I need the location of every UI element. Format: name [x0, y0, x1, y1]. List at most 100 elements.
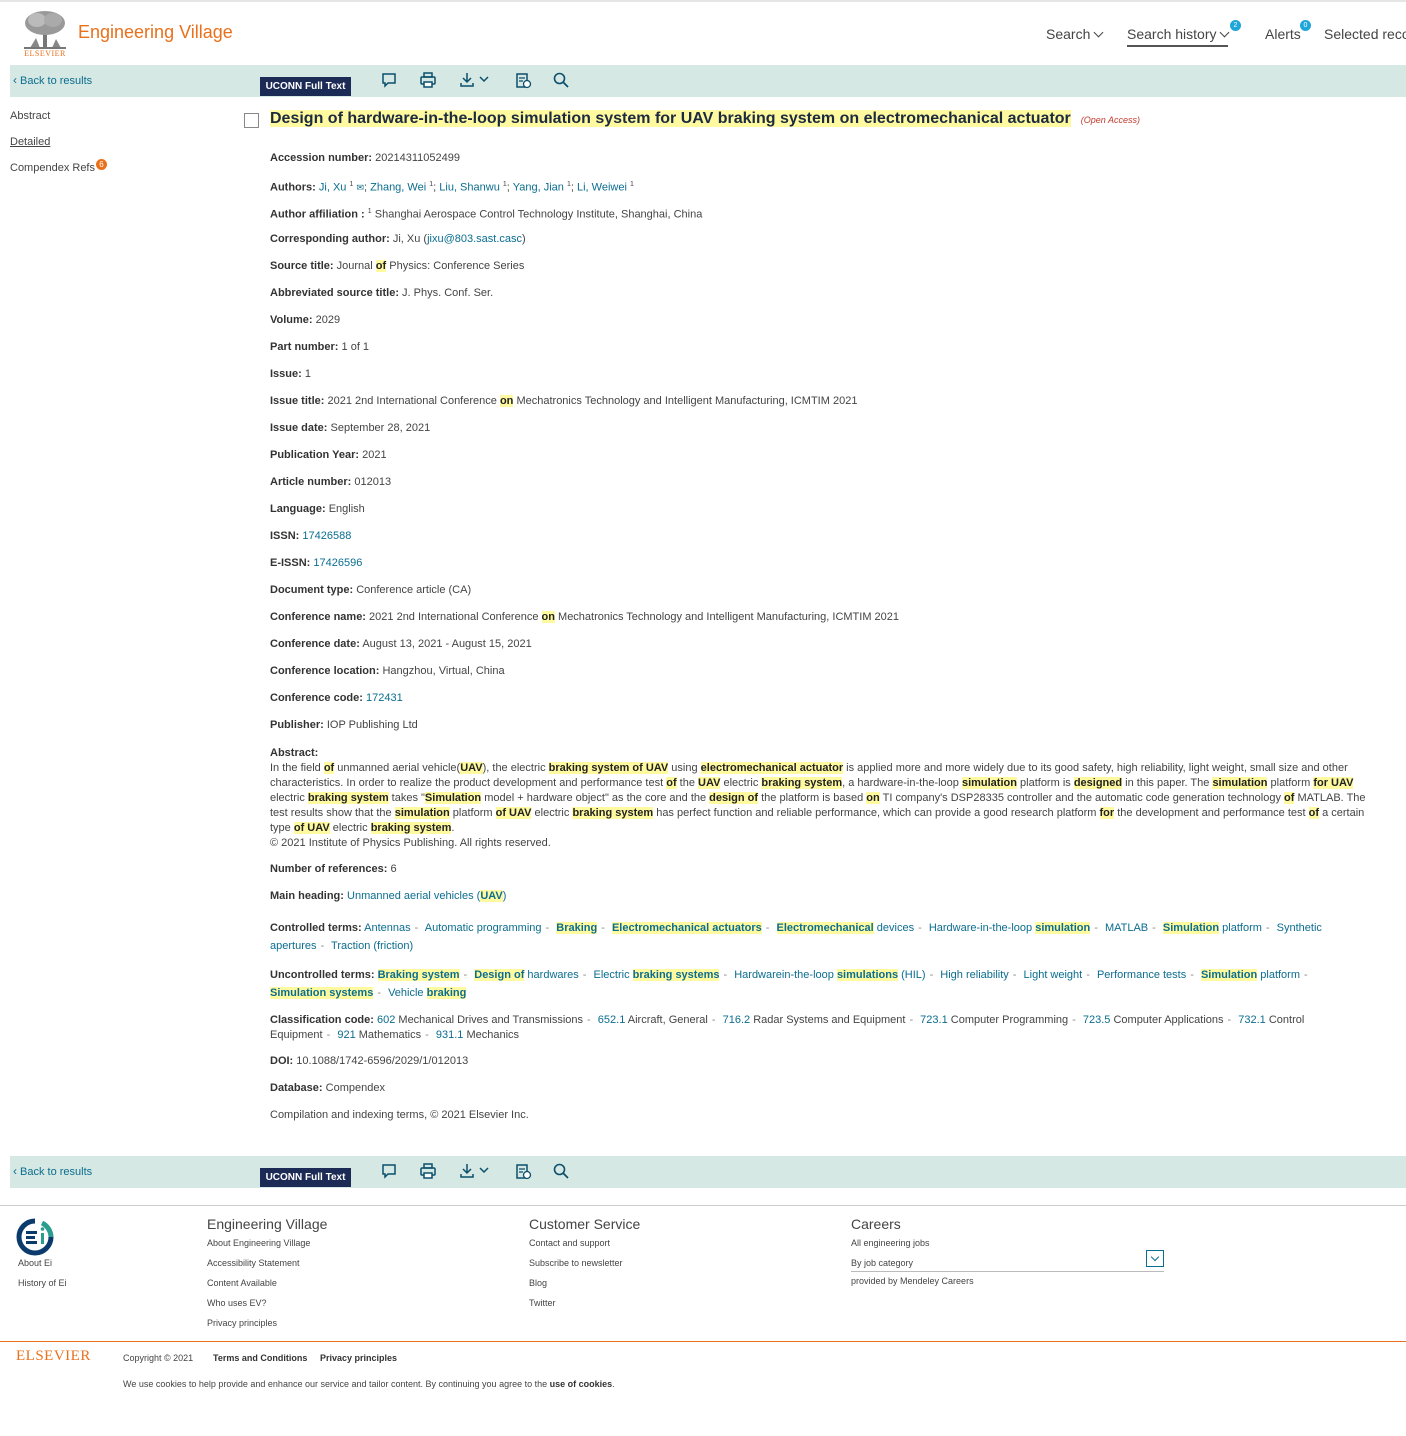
- footer-link[interactable]: Privacy principles: [207, 1318, 327, 1328]
- database-value: Compendex: [325, 1082, 385, 1094]
- field-label: ISSN:: [270, 530, 300, 542]
- search-icon[interactable]: [552, 1162, 570, 1180]
- all-jobs-link[interactable]: All engineering jobs: [851, 1238, 1164, 1248]
- search-icon[interactable]: [552, 71, 570, 89]
- brand-title[interactable]: Engineering Village: [78, 22, 233, 43]
- uconn-full-text-button[interactable]: UCONN Full Text: [260, 1168, 351, 1187]
- privacy-link[interactable]: Privacy principles: [320, 1353, 397, 1363]
- conference-code-row: Conference code: 172431: [270, 692, 1370, 719]
- author-link[interactable]: Li, Weiwei: [577, 182, 627, 194]
- download-icon[interactable]: [459, 71, 493, 89]
- email-icon[interactable]: ✉: [356, 183, 364, 193]
- term-link[interactable]: Antennas: [364, 922, 410, 934]
- class-code-link[interactable]: 931.1: [436, 1029, 464, 1041]
- download-icon[interactable]: [459, 1162, 493, 1180]
- field-label: Uncontrolled terms:: [270, 969, 375, 981]
- field-label: Language:: [270, 503, 326, 515]
- term-link[interactable]: Automatic programming: [425, 922, 542, 934]
- eissn-link[interactable]: 17426596: [313, 557, 362, 569]
- term-link[interactable]: Traction (friction): [331, 940, 413, 952]
- term-link[interactable]: Vehicle braking: [388, 987, 467, 999]
- term-link[interactable]: Braking: [556, 922, 598, 934]
- highlight: on: [499, 395, 514, 407]
- back-to-results-link[interactable]: ‹ Back to results: [13, 73, 92, 87]
- author-link[interactable]: Yang, Jian: [513, 182, 564, 194]
- terms-link[interactable]: Terms and Conditions: [213, 1353, 307, 1363]
- citation-export-icon[interactable]: [514, 71, 532, 89]
- issue-value: 1: [304, 368, 311, 380]
- back-label: Back to results: [20, 1166, 93, 1178]
- main-heading-link[interactable]: Unmanned aerial vehicles (UAV): [347, 890, 506, 902]
- field-label: Accession number:: [270, 152, 373, 164]
- corresponding-email-link[interactable]: jixu@803.sast.casc: [427, 233, 522, 245]
- citation-export-icon[interactable]: [514, 1162, 532, 1180]
- back-to-results-link[interactable]: ‹ Back to results: [13, 1164, 92, 1178]
- ei-logo-icon[interactable]: [16, 1218, 54, 1256]
- select-record-checkbox[interactable]: [244, 113, 259, 128]
- corresponding-row: Corresponding author: Ji, Xu (jixu@803.s…: [270, 233, 1370, 260]
- nav-alerts[interactable]: Alerts: [1265, 26, 1301, 42]
- class-code-link[interactable]: 921: [337, 1029, 355, 1041]
- about-ei-link[interactable]: About Ei: [18, 1258, 67, 1268]
- print-icon[interactable]: [419, 71, 437, 89]
- nav-compendex-refs[interactable]: Compendex Refs 6: [10, 159, 107, 174]
- term-link[interactable]: MATLAB: [1105, 922, 1148, 934]
- elsevier-tree-logo-icon[interactable]: [22, 8, 68, 50]
- footer-link[interactable]: Contact and support: [529, 1238, 640, 1248]
- class-code-link[interactable]: 723.5: [1083, 1014, 1111, 1026]
- nav-search-history[interactable]: Search history: [1127, 26, 1230, 47]
- term-link[interactable]: Electric braking systems: [594, 969, 720, 981]
- footer-link[interactable]: Who uses EV?: [207, 1298, 327, 1308]
- class-code-link[interactable]: 602: [377, 1014, 395, 1026]
- class-desc: Mathematics: [358, 1029, 422, 1041]
- uncontrolled-terms-row: Uncontrolled terms: Braking system - Desi…: [270, 969, 1308, 999]
- abstract-block: Abstract: In the field of unmanned aeria…: [270, 746, 1370, 851]
- class-code-link[interactable]: 723.1: [920, 1014, 948, 1026]
- cookies-link[interactable]: use of cookies: [550, 1379, 613, 1389]
- footer-link[interactable]: Blog: [529, 1278, 640, 1288]
- elsevier-wordmark[interactable]: ELSEVIER: [16, 1348, 91, 1365]
- term-link[interactable]: Simulation platform: [1200, 969, 1300, 981]
- term-link[interactable]: Design of hardwares: [474, 969, 579, 981]
- nav-detailed[interactable]: Detailed: [10, 136, 107, 148]
- term-link[interactable]: Electromechanical actuators: [611, 922, 762, 934]
- footer-careers-column: Careers All engineering jobs By job cate…: [851, 1216, 1164, 1296]
- comment-icon[interactable]: [380, 1162, 398, 1180]
- class-code-link[interactable]: 732.1: [1238, 1014, 1266, 1026]
- footer-link[interactable]: Content Available: [207, 1278, 327, 1288]
- term-link[interactable]: Performance tests: [1097, 969, 1186, 981]
- print-icon[interactable]: [419, 1162, 437, 1180]
- class-code-link[interactable]: 716.2: [723, 1014, 751, 1026]
- nav-selected-records[interactable]: Selected reco: [1324, 26, 1406, 42]
- class-code-link[interactable]: 652.1: [598, 1014, 626, 1026]
- nav-abstract[interactable]: Abstract: [10, 110, 107, 122]
- author-link[interactable]: Liu, Shanwu: [439, 182, 500, 194]
- footer-link[interactable]: Accessibility Statement: [207, 1258, 327, 1268]
- history-ei-link[interactable]: History of Ei: [18, 1278, 67, 1288]
- term-link[interactable]: High reliability: [940, 969, 1008, 981]
- alerts-count-badge: 0: [1300, 20, 1311, 31]
- author-link[interactable]: Zhang, Wei: [370, 182, 426, 194]
- footer-link[interactable]: Subscribe to newsletter: [529, 1258, 640, 1268]
- footer-link[interactable]: About Engineering Village: [207, 1238, 327, 1248]
- term-link[interactable]: Hardwarein-the-loop simulations (HIL): [734, 969, 926, 981]
- footer-divider: [0, 1205, 1406, 1206]
- term-link[interactable]: Simulation platform: [1162, 922, 1262, 934]
- conf-code-link[interactable]: 172431: [366, 692, 403, 704]
- uconn-full-text-button[interactable]: UCONN Full Text: [260, 77, 351, 96]
- term-link[interactable]: Braking system: [377, 969, 460, 981]
- volume-value: 2029: [315, 314, 341, 326]
- footer-link[interactable]: Twitter: [529, 1298, 640, 1308]
- term-link[interactable]: Light weight: [1024, 969, 1083, 981]
- nav-search[interactable]: Search: [1046, 26, 1104, 42]
- term-link[interactable]: Electromechanical devices: [776, 922, 914, 934]
- job-category-select[interactable]: By job category: [851, 1250, 1164, 1272]
- eissn-row: E-ISSN: 17426596: [270, 557, 1370, 584]
- doctype-value: Conference article (CA): [356, 584, 472, 596]
- issn-link[interactable]: 17426588: [302, 530, 351, 542]
- chevron-down-icon[interactable]: [1146, 1250, 1164, 1267]
- comment-icon[interactable]: [380, 71, 398, 89]
- author-link[interactable]: Ji, Xu: [319, 182, 347, 194]
- term-link[interactable]: Hardware-in-the-loop simulation: [929, 922, 1091, 934]
- term-link[interactable]: Simulation systems: [270, 987, 374, 999]
